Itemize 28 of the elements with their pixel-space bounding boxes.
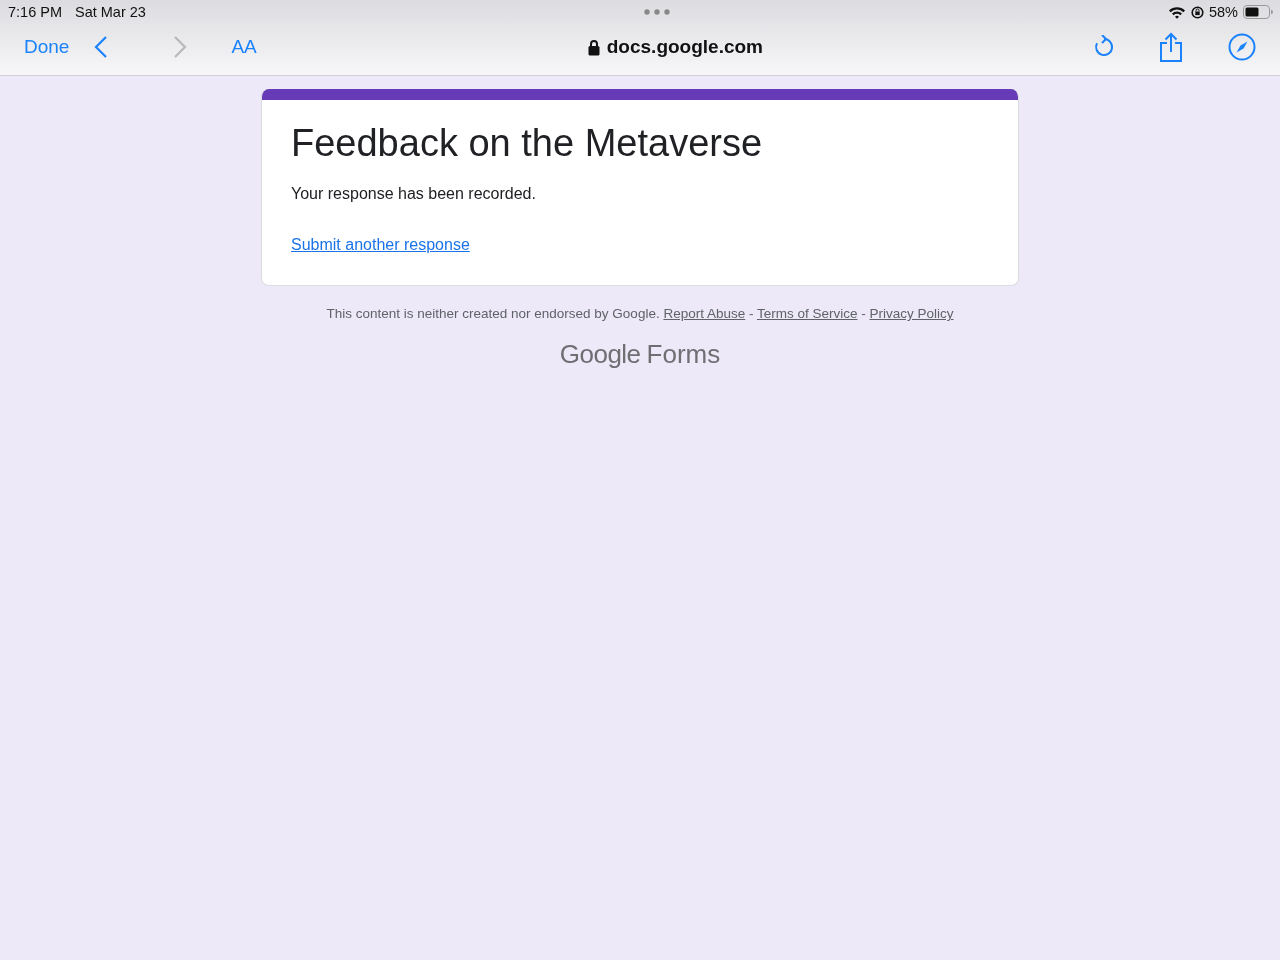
compass-icon — [1228, 33, 1256, 61]
address-text[interactable]: docs.google.com — [606, 36, 763, 58]
battery-percent: 58% — [1208, 4, 1238, 20]
date-text: Sat Mar 23 — [75, 4, 146, 20]
form-title: Feedback on the Metaverse — [291, 122, 764, 165]
google-forms-logo: Google Forms — [559, 339, 721, 370]
disclaimer-text: This content is neither created nor endorsed by Google. Report Abuse - Terms of Service - Privacy Policy — [326, 306, 954, 321]
clock-time: 7:16 PM — [8, 4, 62, 20]
wifi-icon — [1167, 5, 1186, 19]
submit-another-link[interactable]: Submit another response — [291, 236, 470, 253]
share-icon — [1159, 32, 1183, 62]
footer-link[interactable]: Report Abuse — [663, 306, 746, 321]
footer-link[interactable]: Privacy Policy — [869, 306, 954, 321]
back-button[interactable] — [94, 35, 109, 59]
chevron-right-icon — [173, 35, 188, 59]
confirmation-message: Your response has been recorded. — [291, 185, 537, 203]
share-button[interactable] — [1159, 32, 1183, 62]
battery-icon — [1243, 5, 1273, 19]
reload-button[interactable] — [1094, 35, 1114, 59]
done-button[interactable]: Done — [24, 36, 70, 58]
multitasking-dots-icon[interactable] — [643, 9, 670, 15]
chevron-left-icon — [94, 35, 109, 59]
text-size-button[interactable]: AA — [231, 36, 257, 58]
reload-icon — [1094, 35, 1114, 59]
compass-button[interactable] — [1228, 33, 1256, 61]
lock-icon — [587, 38, 600, 56]
rotation-lock-icon — [1190, 5, 1204, 19]
footer-link[interactable]: Terms of Service — [757, 306, 858, 321]
